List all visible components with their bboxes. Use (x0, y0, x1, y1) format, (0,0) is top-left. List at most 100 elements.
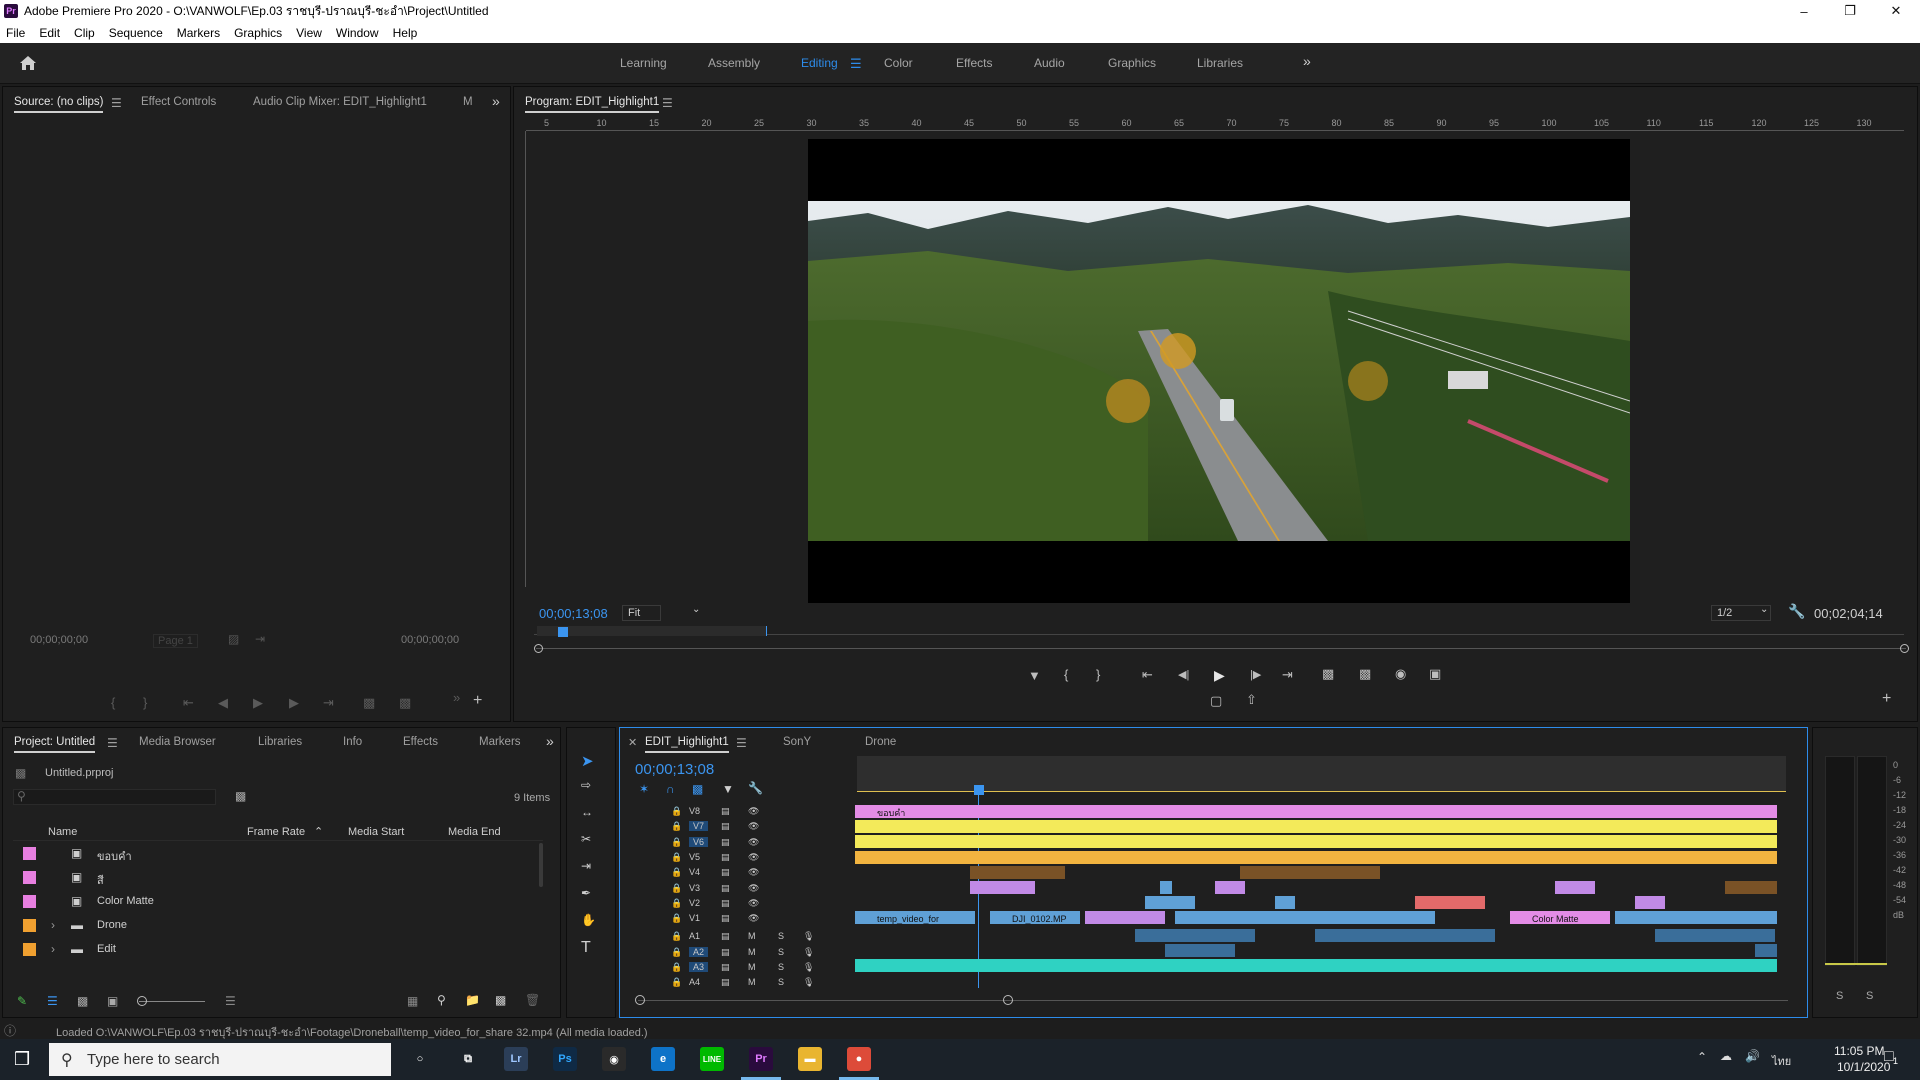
tab-info[interactable]: Info (343, 736, 362, 748)
timeline-close-tab-icon[interactable]: ✕ (628, 736, 637, 749)
source-panel-menu-icon[interactable]: ☰ (111, 96, 122, 110)
taskbar-explorer-icon[interactable]: ▬ (798, 1047, 822, 1071)
tray-language[interactable]: ไทย (1772, 1052, 1791, 1070)
track-visibility-eye-icon[interactable]: 👁 (748, 883, 759, 894)
project-more-tabs-icon[interactable]: » (546, 733, 554, 749)
program-panel-menu-icon[interactable]: ☰ (662, 96, 673, 110)
label-color-swatch[interactable] (23, 847, 36, 860)
track-mute-button[interactable]: M (748, 977, 756, 987)
program-mark-in-icon[interactable]: { (1064, 667, 1068, 682)
menu-help[interactable]: Help (393, 26, 418, 40)
track-lock-icon[interactable]: 🔒 (671, 821, 682, 832)
tab-project[interactable]: Project: Untitled (14, 736, 96, 753)
minimize-icon[interactable]: – (1781, 0, 1827, 22)
clip-v3-b[interactable] (1160, 881, 1172, 894)
program-extract-icon[interactable]: ▩ (1359, 666, 1371, 682)
label-color-swatch[interactable] (23, 919, 36, 932)
source-more-tabs-icon[interactable]: » (492, 93, 500, 109)
clip-a1-a[interactable] (1135, 929, 1255, 942)
track-solo-button[interactable]: S (778, 977, 784, 987)
clip-v7[interactable] (855, 820, 1777, 833)
taskbar-premiere-icon[interactable]: Pr (749, 1047, 773, 1071)
track-sync-lock-icon[interactable]: ▤ (721, 898, 730, 909)
track-mute-button[interactable]: M (748, 947, 756, 957)
timeline-nest-toggle-icon[interactable]: ✶ (639, 782, 649, 796)
project-item-row[interactable]: › ▬ Drone (13, 915, 538, 937)
track-visibility-eye-icon[interactable]: 👁 (748, 913, 759, 924)
timeline-panel-menu-icon[interactable]: ☰ (736, 736, 747, 750)
track-voiceover-mic-icon[interactable]: 🎙 (803, 977, 814, 988)
timeline-linked-selection-icon[interactable]: ▩ (692, 782, 703, 796)
project-item-row[interactable]: ▣ Color Matte (13, 891, 538, 913)
menu-markers[interactable]: Markers (177, 26, 220, 40)
clip-v1-d[interactable] (1175, 911, 1435, 924)
tab-libraries[interactable]: Libraries (258, 736, 302, 748)
timeline-snap-magnet-icon[interactable]: ∩ (666, 782, 675, 796)
timeline-zoom-handle-right[interactable] (1003, 995, 1013, 1005)
track-name-v4[interactable]: V4 (689, 867, 700, 877)
razor-tool-icon[interactable]: ✂ (581, 832, 591, 846)
project-new-bin-from-search-icon[interactable]: ▩ (235, 789, 246, 803)
track-sync-lock-icon[interactable]: ▤ (721, 883, 730, 894)
clip-v2-c[interactable] (1415, 896, 1485, 909)
workspace-menu-icon[interactable]: ☰ (850, 56, 862, 72)
workspace-graphics[interactable]: Graphics (1108, 56, 1156, 70)
timeline-playhead-head[interactable] (974, 785, 984, 795)
program-export-icon[interactable]: ⇧ (1246, 692, 1257, 708)
clip-v1-temp-video[interactable]: temp_video_for (855, 911, 975, 924)
track-lock-icon[interactable]: 🔒 (671, 977, 682, 988)
track-voiceover-mic-icon[interactable]: 🎙 (803, 931, 814, 942)
program-frame[interactable] (808, 139, 1630, 603)
clip-v3-c[interactable] (1215, 881, 1245, 894)
track-sync-lock-icon[interactable]: ▤ (721, 962, 730, 973)
clip-v1-dji[interactable]: DJI_0102.MP (990, 911, 1080, 924)
timeline-time-ruler[interactable] (857, 756, 1786, 792)
slip-tool-icon[interactable]: ⇥ (581, 859, 591, 873)
track-mute-button[interactable]: M (748, 962, 756, 972)
source-insert-clip-icon[interactable]: ▩ (363, 695, 375, 711)
track-sync-lock-icon[interactable]: ▤ (721, 806, 730, 817)
project-panel-menu-icon[interactable]: ☰ (107, 736, 118, 750)
track-lock-icon[interactable]: 🔒 (671, 913, 682, 924)
track-sync-lock-icon[interactable]: ▤ (721, 867, 730, 878)
timeline-settings-wrench-icon[interactable]: 🔧 (748, 781, 763, 795)
close-icon[interactable]: ✕ (1873, 0, 1919, 22)
menu-window[interactable]: Window (336, 26, 379, 40)
timeline-work-area-bar[interactable] (857, 791, 1786, 792)
clip-v5[interactable] (855, 851, 1777, 864)
track-visibility-eye-icon[interactable]: 👁 (748, 806, 759, 817)
project-list-view-icon[interactable]: ☰ (47, 994, 58, 1008)
source-mark-out-icon[interactable]: } (143, 695, 147, 710)
track-name-v6[interactable]: V6 (689, 836, 709, 847)
track-sync-lock-icon[interactable]: ▤ (721, 947, 730, 958)
track-sync-lock-icon[interactable]: ▤ (721, 837, 730, 848)
timeline-zoom-handle-left[interactable] (635, 995, 645, 1005)
project-zoom-slider-handle[interactable] (137, 996, 147, 1006)
project-scrollbar[interactable] (539, 843, 543, 887)
fit-chevron-down-icon[interactable]: ⌄ (692, 604, 700, 615)
clip-v1-color-matte[interactable]: Color Matte (1510, 911, 1610, 924)
tab-edit-highlight1[interactable]: EDIT_Highlight1 (645, 736, 729, 753)
menu-graphics[interactable]: Graphics (234, 26, 282, 40)
taskbar-edge-icon[interactable]: e (651, 1047, 675, 1071)
workspace-color[interactable]: Color (884, 56, 913, 70)
folder-expand-chevron-icon[interactable]: › (51, 918, 55, 932)
restore-icon[interactable]: ❐ (1827, 0, 1873, 22)
menu-sequence[interactable]: Sequence (109, 26, 163, 40)
track-voiceover-mic-icon[interactable]: 🎙 (803, 962, 814, 973)
track-name-a4[interactable]: A4 (689, 977, 700, 987)
workspace-effects[interactable]: Effects (956, 56, 992, 70)
track-sync-lock-icon[interactable]: ▤ (721, 852, 730, 863)
ripple-edit-tool-icon[interactable]: ↔ (581, 805, 593, 819)
col-media-start[interactable]: Media Start (348, 826, 404, 838)
tab-metadata[interactable]: M (463, 96, 473, 108)
workspace-assembly[interactable]: Assembly (708, 56, 760, 70)
meter-solo-right[interactable]: S (1866, 990, 1873, 1002)
track-lock-icon[interactable]: 🔒 (671, 898, 682, 909)
tab-audio-clip-mixer[interactable]: Audio Clip Mixer: EDIT_Highlight1 (253, 96, 427, 108)
tab-media-browser[interactable]: Media Browser (139, 736, 216, 748)
program-lift-icon[interactable]: ▩ (1322, 666, 1334, 682)
track-sync-lock-icon[interactable]: ▤ (721, 977, 730, 988)
workspace-audio[interactable]: Audio (1034, 56, 1065, 70)
taskbar-photoshop-icon[interactable]: Ps (553, 1047, 577, 1071)
